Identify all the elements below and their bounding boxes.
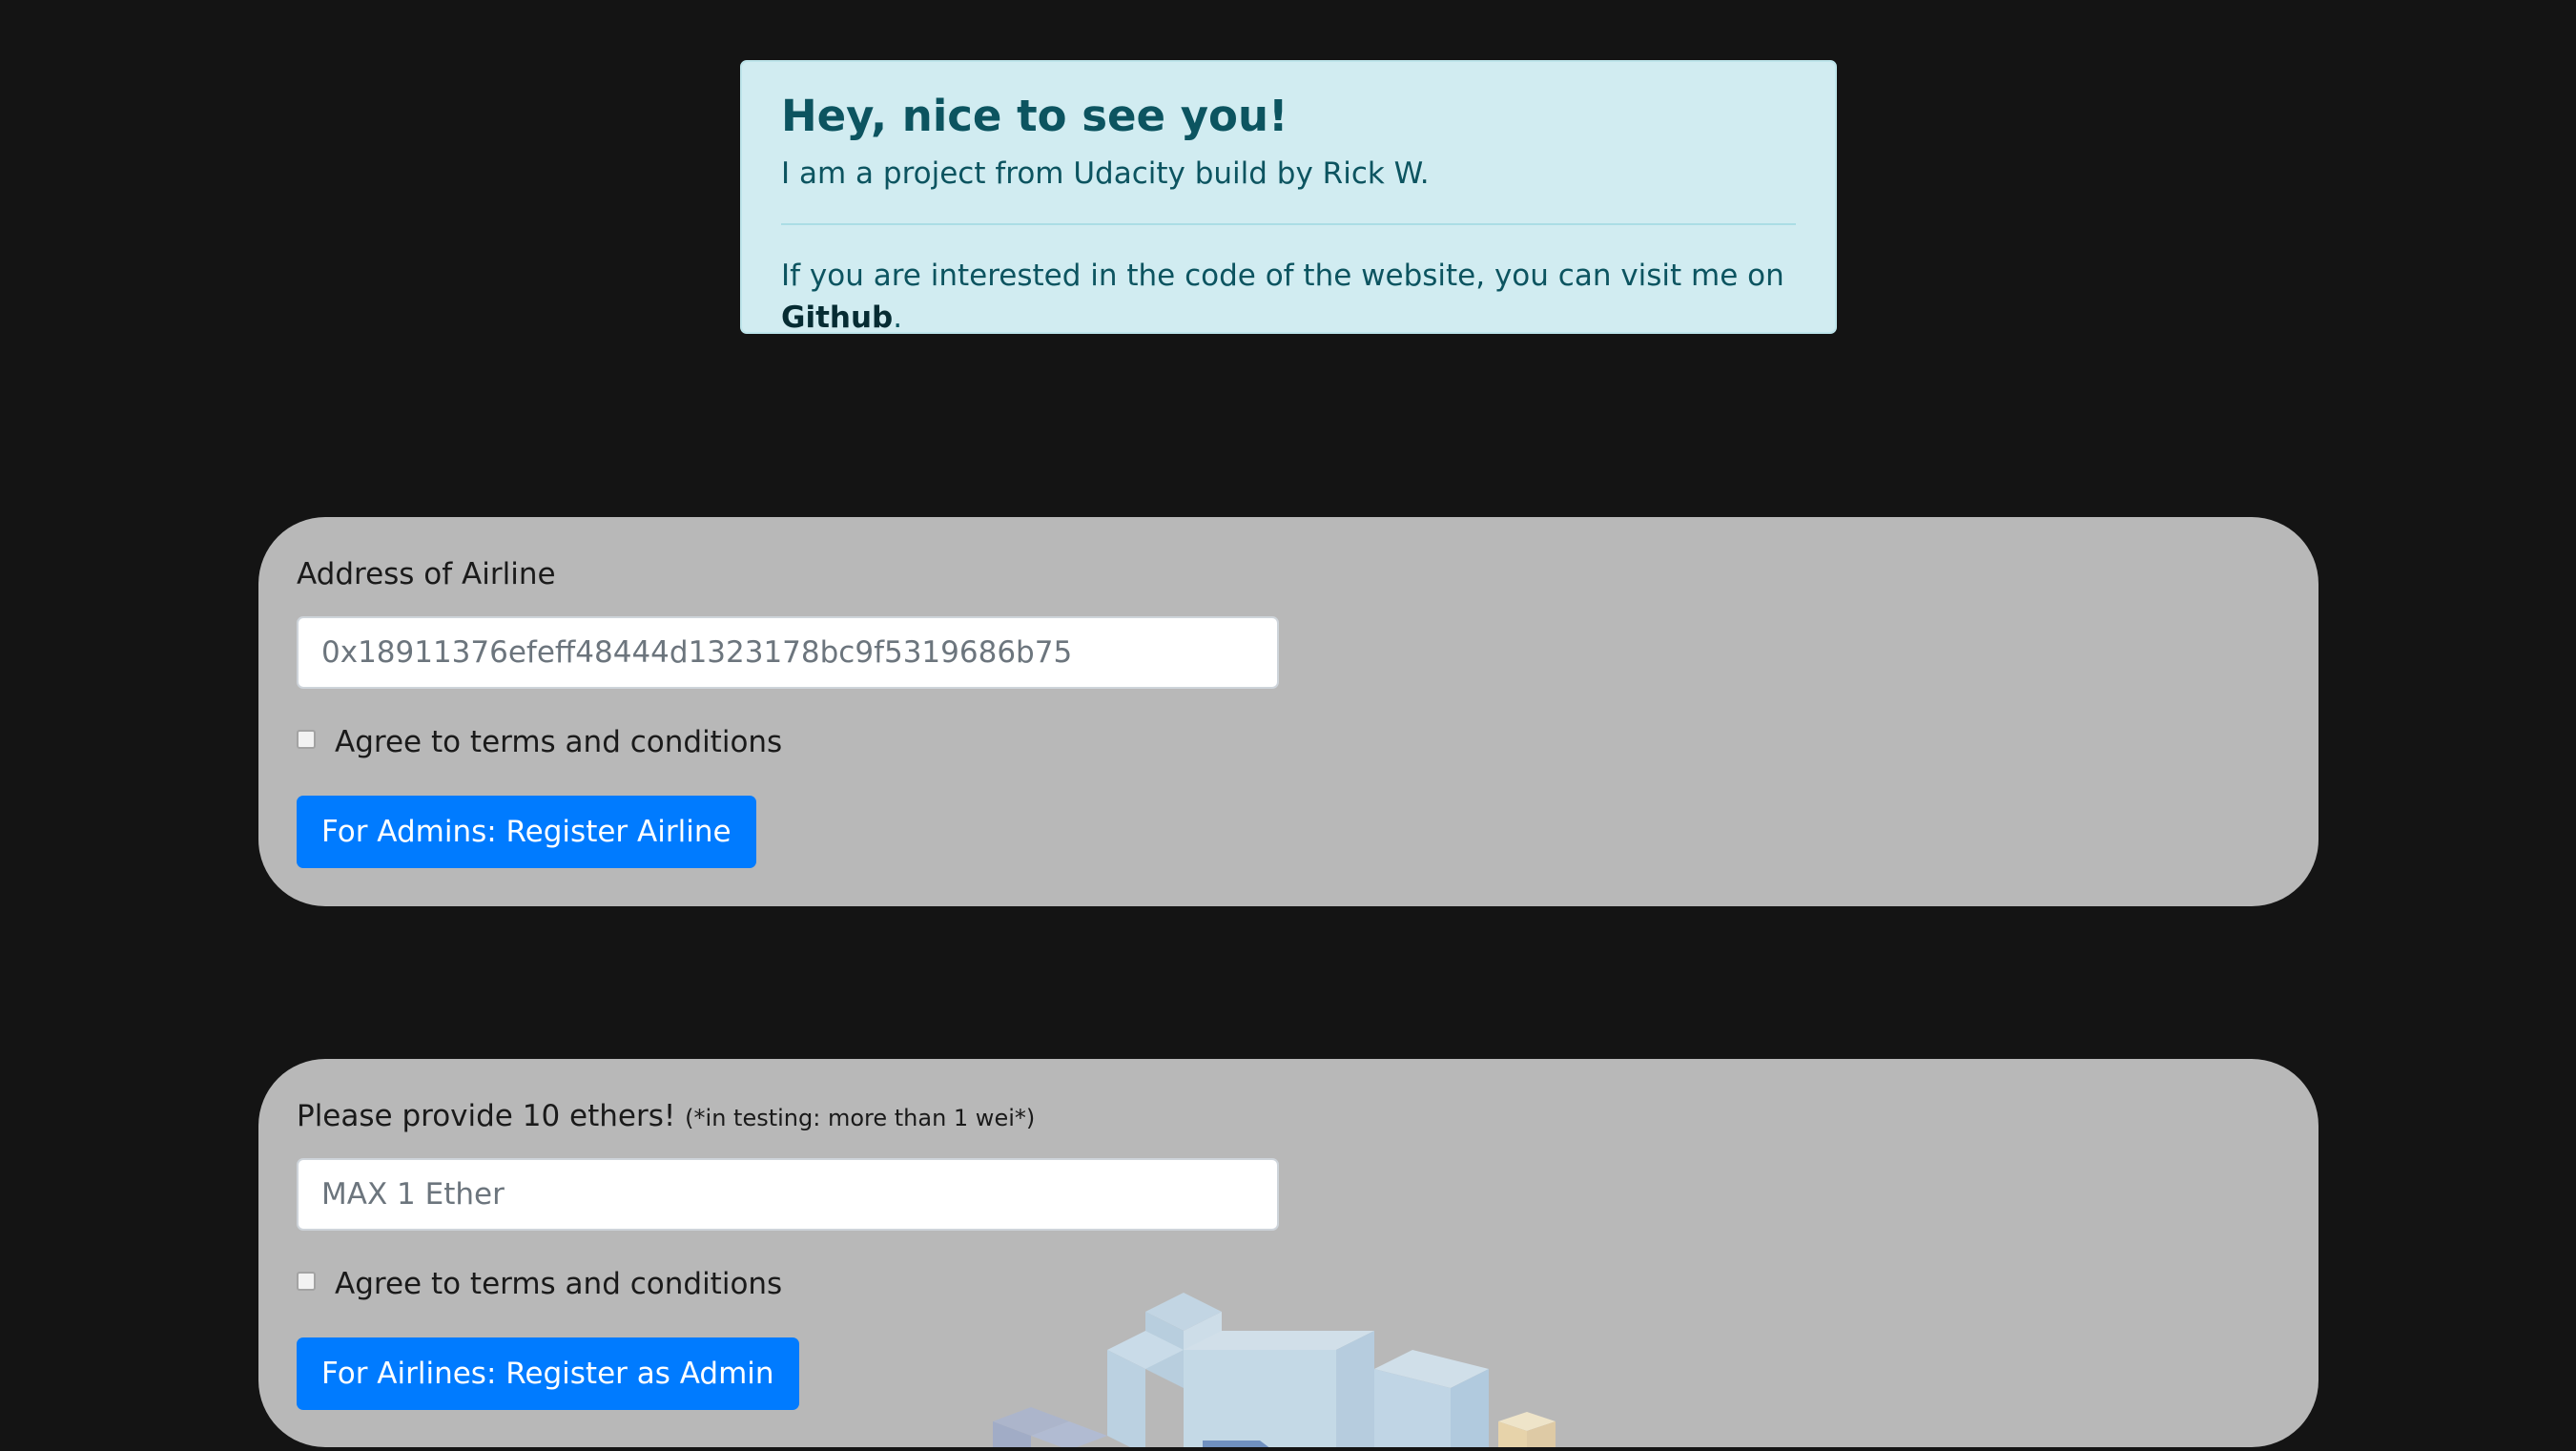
admin-terms-row[interactable]: Agree to terms and conditions xyxy=(297,1267,782,1301)
github-period: . xyxy=(893,300,903,335)
register-admin-button[interactable]: For Airlines: Register as Admin xyxy=(297,1337,799,1410)
welcome-alert: Hey, nice to see you! I am a project fro… xyxy=(740,60,1837,335)
register-admin-panel: Please provide 10 ethers! (*in testing: … xyxy=(258,1059,2318,1447)
admin-terms-checkbox[interactable] xyxy=(297,1272,316,1291)
airline-terms-row[interactable]: Agree to terms and conditions xyxy=(297,725,782,759)
welcome-bottom-text: If you are interested in the code of the… xyxy=(781,256,1796,339)
welcome-heading: Hey, nice to see you! xyxy=(781,91,1288,141)
ether-amount-input[interactable] xyxy=(297,1158,1279,1231)
register-airline-panel: Address of Airline Agree to terms and co… xyxy=(258,517,2318,906)
register-airline-button[interactable]: For Admins: Register Airline xyxy=(297,796,756,868)
welcome-subtext: I am a project from Udacity build by Ric… xyxy=(781,156,1430,191)
alert-divider xyxy=(781,223,1796,226)
pixel-whale-graphic xyxy=(993,1293,1556,1447)
airline-address-label: Address of Airline xyxy=(297,557,556,591)
admin-terms-label: Agree to terms and conditions xyxy=(335,1267,783,1301)
github-link[interactable]: Github xyxy=(781,301,893,335)
airline-terms-checkbox[interactable] xyxy=(297,730,316,749)
ether-testing-note: (*in testing: more than 1 wei*) xyxy=(685,1105,1036,1131)
github-prompt: If you are interested in the code of the… xyxy=(781,259,1784,294)
airline-terms-label: Agree to terms and conditions xyxy=(335,725,783,759)
ether-amount-text: Please provide 10 ethers! xyxy=(297,1099,676,1133)
airline-address-input[interactable] xyxy=(297,616,1279,689)
ether-amount-label: Please provide 10 ethers! (*in testing: … xyxy=(297,1099,1035,1133)
